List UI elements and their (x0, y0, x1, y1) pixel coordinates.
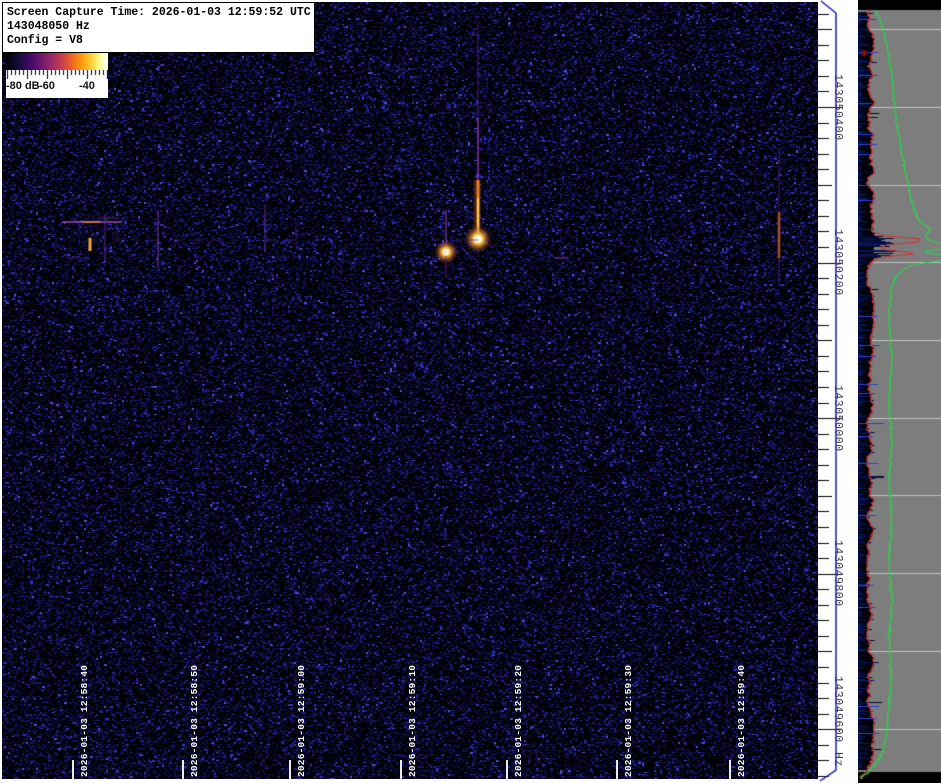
spectrum-panel-canvas[interactable] (858, 0, 941, 783)
config-text: Config = V8 (7, 34, 310, 48)
time-axis-label: 2026-01-03 12:58:40 (79, 665, 90, 777)
frequency-axis-label: 143049800 (831, 540, 844, 607)
colormap-labels: -80 dB -60 -40 (6, 79, 108, 97)
time-axis-label: 2026-01-03 12:59:30 (623, 665, 634, 777)
colormap-gradient (6, 53, 108, 70)
time-tick-mark (616, 760, 618, 781)
time-axis-label: 2026-01-03 12:59:40 (736, 665, 747, 777)
center-frequency-text: 143048050 Hz (7, 20, 310, 34)
app-window: Screen Capture Time: 2026-01-03 12:59:52… (0, 0, 941, 783)
time-tick-mark (400, 760, 402, 781)
time-tick-mark (289, 760, 291, 781)
capture-time-text: Screen Capture Time: 2026-01-03 12:59:52… (7, 6, 310, 20)
db-label-60: -60 (39, 80, 55, 92)
db-label-40: -40 (79, 80, 95, 92)
frequency-unit-label: Hz (831, 752, 844, 767)
frequency-axis-label: 143049600 (831, 676, 844, 743)
spectrogram-canvas[interactable] (2, 2, 818, 779)
frequency-axis-label: 143050400 (831, 74, 844, 141)
color-scale-legend: -80 dB -60 -40 (6, 53, 108, 98)
time-axis-label: 2026-01-03 12:59:20 (513, 665, 524, 777)
time-axis-label: 2026-01-03 12:58:50 (189, 665, 200, 777)
time-tick-mark (182, 760, 184, 781)
capture-info-box: Screen Capture Time: 2026-01-03 12:59:52… (2, 2, 315, 53)
frequency-axis-label: 143050200 (831, 229, 844, 296)
frequency-axis-label: 143050000 (831, 385, 844, 452)
time-axis-label: 2026-01-03 12:59:10 (407, 665, 418, 777)
colormap-ticks (6, 70, 108, 79)
time-tick-mark (72, 760, 74, 781)
time-tick-mark (506, 760, 508, 781)
time-axis-label: 2026-01-03 12:59:00 (296, 665, 307, 777)
time-tick-mark (729, 760, 731, 781)
db-label-80: -80 dB (6, 80, 40, 92)
